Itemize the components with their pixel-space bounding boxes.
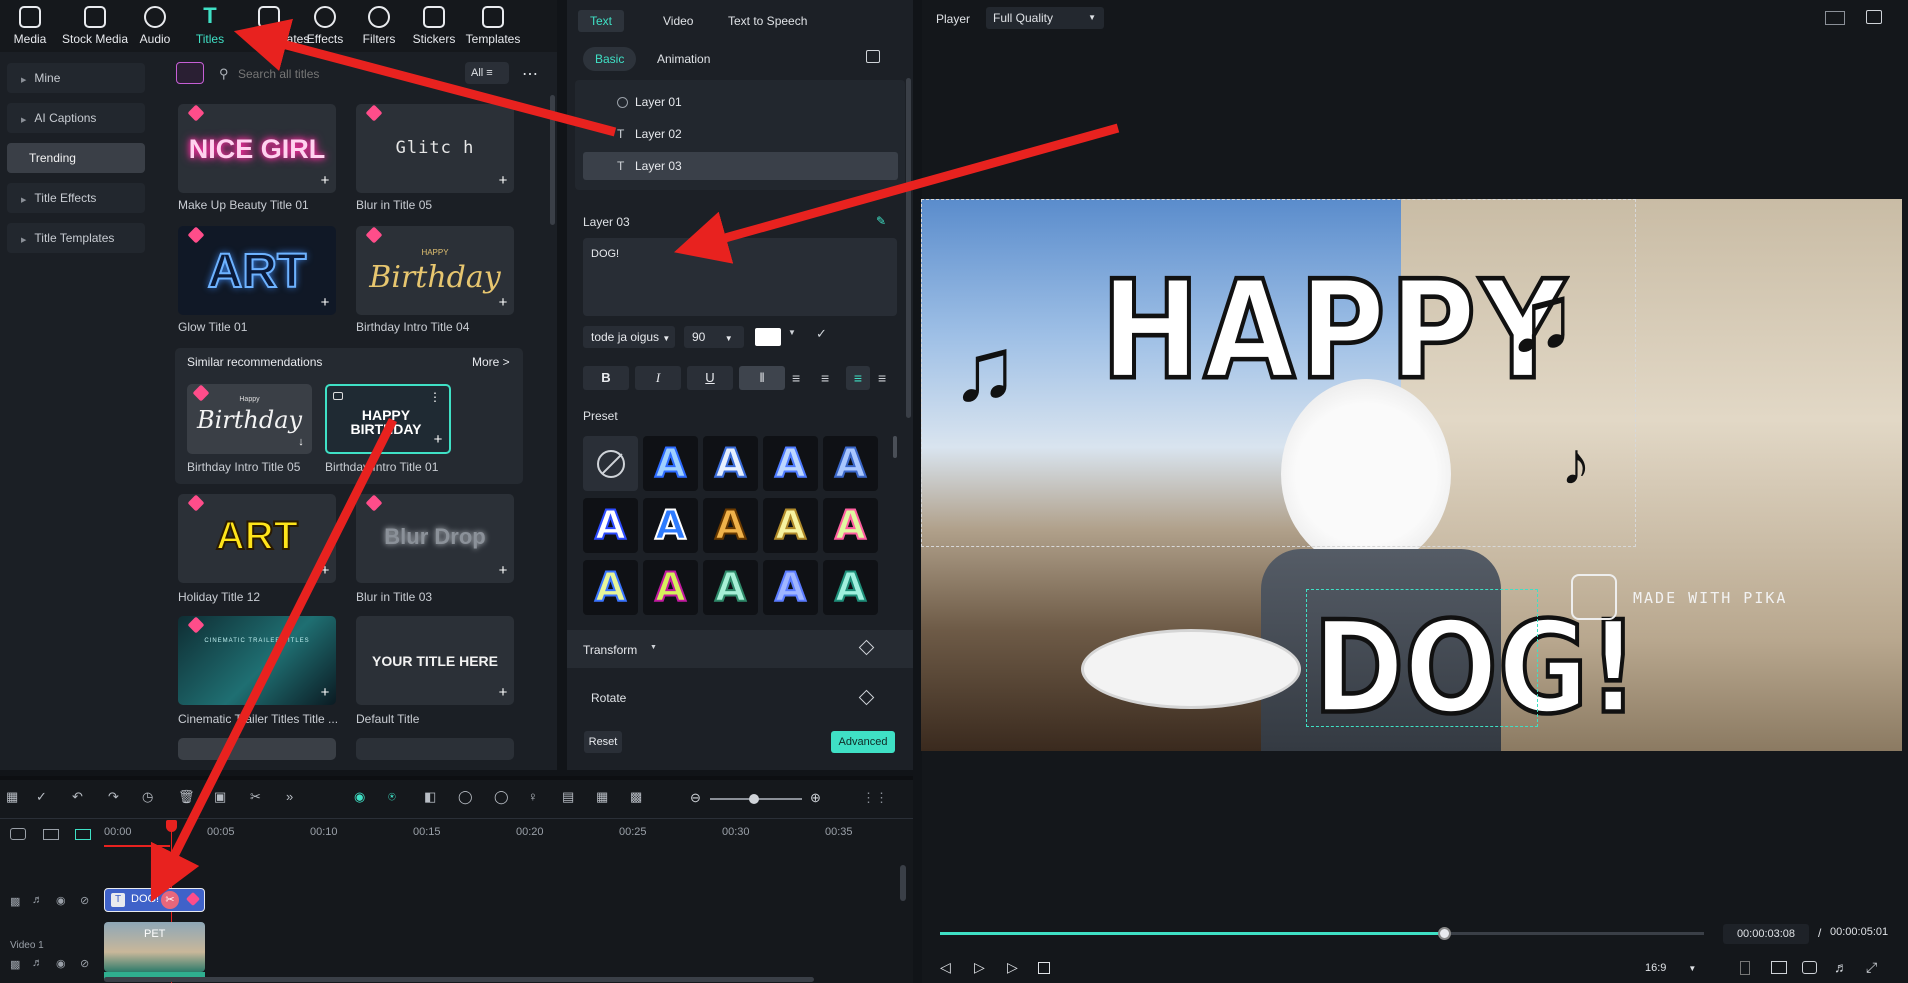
- text-style-preset[interactable]: A: [643, 436, 698, 491]
- crop-icon[interactable]: ▣: [214, 789, 226, 805]
- text-style-preset[interactable]: A: [703, 436, 758, 491]
- ruler-tick-label: 00:25: [619, 826, 647, 838]
- ruler-tick-label: 00:35: [825, 826, 853, 838]
- shield-icon[interactable]: ◯: [494, 789, 509, 805]
- arrow-to-timeline-clip: [150, 417, 398, 903]
- arrow-to-titles: [233, 18, 617, 137]
- transform-icon[interactable]: ▦: [596, 789, 608, 805]
- preset-sample-glyph: A: [654, 502, 687, 550]
- ruler-tick-label: 00:05: [207, 826, 235, 838]
- speed-icon[interactable]: ◷: [142, 789, 153, 805]
- text-style-preset[interactable]: A: [823, 436, 878, 491]
- text-style-preset[interactable]: A: [583, 560, 638, 615]
- ruler-tick-label: 00:20: [516, 826, 544, 838]
- no-style-icon: [596, 449, 625, 478]
- preset-sample-glyph: A: [654, 564, 687, 612]
- ruler-tick-label: 00:30: [722, 826, 750, 838]
- caption-icon[interactable]: ▩: [630, 789, 642, 805]
- undo-icon[interactable]: ↶: [72, 789, 83, 805]
- mixer-icon[interactable]: ▤: [562, 789, 574, 805]
- preset-sample-glyph: A: [714, 440, 747, 488]
- preset-sample-glyph: A: [834, 564, 867, 612]
- ruler-tick-label: 00:10: [310, 826, 338, 838]
- annotation-arrows: [150, 18, 1120, 903]
- preset-sample-glyph: A: [774, 564, 807, 612]
- preset-sample-glyph: A: [774, 502, 807, 550]
- auto-icon[interactable]: ◧: [424, 789, 436, 805]
- preset-sample-glyph: A: [834, 502, 867, 550]
- text-style-preset[interactable]: A: [643, 498, 698, 553]
- text-style-preset[interactable]: A: [583, 498, 638, 553]
- text-style-preset[interactable]: A: [823, 498, 878, 553]
- redo-icon[interactable]: ↷: [108, 789, 119, 805]
- preset-sample-glyph: A: [774, 440, 807, 488]
- select-icon[interactable]: ✓: [36, 789, 47, 805]
- snap-icon[interactable]: ⍟: [388, 789, 396, 805]
- text-style-preset[interactable]: A: [763, 560, 818, 615]
- ruler-tick-label: 00:15: [413, 826, 441, 838]
- delete-icon[interactable]: 🗑: [178, 789, 195, 805]
- keyframe-tool-icon[interactable]: ◯: [458, 789, 473, 805]
- preset-sample-glyph: A: [594, 564, 627, 612]
- layout-icon[interactable]: ▦: [6, 789, 18, 805]
- arrow-to-text-field: [673, 123, 1120, 264]
- text-style-preset[interactable]: A: [823, 560, 878, 615]
- text-style-preset[interactable]: A: [643, 560, 698, 615]
- preset-sample-glyph: A: [654, 440, 687, 488]
- preset-none[interactable]: [583, 436, 638, 491]
- text-style-preset[interactable]: A: [703, 560, 758, 615]
- more-tools-icon[interactable]: »: [286, 789, 293, 804]
- preset-sample-glyph: A: [714, 564, 747, 612]
- text-style-preset[interactable]: A: [763, 498, 818, 553]
- ai-icon[interactable]: ◉: [354, 789, 365, 805]
- mic-icon[interactable]: ♀: [528, 789, 538, 804]
- ruler-tick-label: 00:00: [104, 826, 132, 838]
- preset-sample-glyph: A: [834, 440, 867, 488]
- text-style-preset[interactable]: A: [763, 436, 818, 491]
- text-style-preset[interactable]: A: [703, 498, 758, 553]
- preset-sample-glyph: A: [714, 502, 747, 550]
- cut-icon[interactable]: ✂: [250, 789, 261, 805]
- preset-sample-glyph: A: [594, 502, 627, 550]
